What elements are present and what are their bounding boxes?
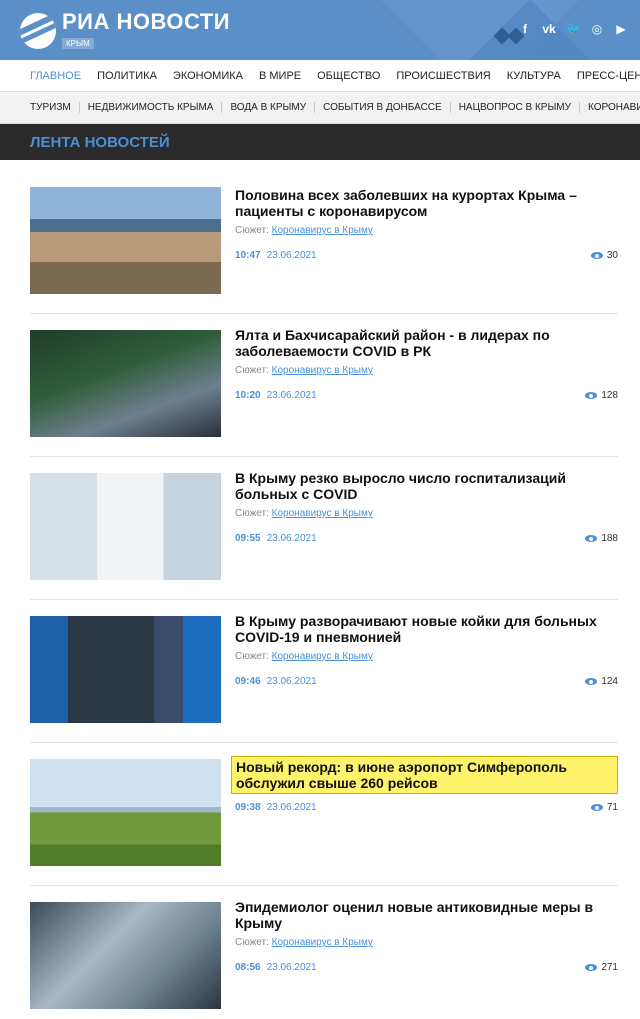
news-item: В Крыму резко выросло число госпитализац…	[30, 457, 618, 600]
eye-icon	[585, 535, 598, 542]
view-count: 124	[601, 676, 618, 687]
news-date: 23.06.2021	[266, 802, 317, 813]
news-thumbnail[interactable]	[30, 330, 221, 437]
youtube-icon[interactable]: ▶	[614, 22, 628, 36]
news-time: 08:56	[235, 962, 261, 973]
subnav-item[interactable]: КОРОНАВИРУС	[579, 102, 640, 113]
site-header: РИА НОВОСТИ КРЫМ f vk 🐦 ◎ ▶	[0, 0, 640, 60]
news-item: Ялта и Бахчисарайский район - в лидерах …	[30, 314, 618, 457]
story-label: Сюжет:	[235, 937, 269, 948]
vk-icon[interactable]: vk	[542, 22, 556, 36]
news-time: 09:38	[235, 802, 261, 813]
news-item: Новый рекорд: в июне аэропорт Симферопол…	[30, 743, 618, 886]
news-date: 23.06.2021	[266, 962, 317, 973]
brand-title: РИА НОВОСТИ	[62, 9, 231, 34]
news-meta: 09:38 23.06.2021 71	[235, 802, 618, 813]
view-count: 271	[601, 962, 618, 973]
eye-icon	[585, 392, 598, 399]
subnav-item[interactable]: СОБЫТИЯ В ДОНБАССЕ	[314, 102, 450, 113]
eye-icon	[590, 252, 603, 259]
story-label: Сюжет:	[235, 225, 269, 236]
news-date: 23.06.2021	[266, 676, 317, 687]
facebook-icon[interactable]: f	[518, 22, 532, 36]
view-count: 128	[601, 390, 618, 401]
news-meta: 08:56 23.06.2021 271	[235, 962, 618, 973]
news-title[interactable]: Новый рекорд: в июне аэропорт Симферопол…	[231, 756, 618, 794]
social-links: f vk 🐦 ◎ ▶	[518, 22, 628, 36]
nav-item[interactable]: ЭКОНОМИКА	[173, 70, 243, 82]
news-time: 10:20	[235, 390, 261, 401]
news-title[interactable]: В Крыму резко выросло число госпитализац…	[235, 470, 618, 502]
view-count: 188	[601, 533, 618, 544]
news-thumbnail[interactable]	[30, 902, 221, 1009]
sub-nav: ТУРИЗМ НЕДВИЖИМОСТЬ КРЫМА ВОДА В КРЫМУ СОБЫ…	[0, 92, 640, 124]
subnav-item[interactable]: НАЦВОПРОС В КРЫМУ	[449, 102, 579, 113]
eye-icon	[590, 804, 603, 811]
story-link[interactable]: Коронавирус в Крыму	[272, 937, 373, 948]
eye-icon	[585, 964, 598, 971]
news-title[interactable]: Половина всех заболевших на курортах Кры…	[235, 187, 618, 219]
main-nav: ГЛАВНОЕ ПОЛИТИКА ЭКОНОМИКА В МИРЕ ОБЩЕСТВО ПР…	[0, 60, 640, 92]
news-time: 10:47	[235, 250, 261, 261]
view-count: 30	[606, 250, 618, 261]
section-header: ЛЕНТА НОВОСТЕЙ	[0, 124, 640, 160]
story-link[interactable]: Коронавирус в Крыму	[272, 365, 373, 376]
globe-logo-icon	[20, 13, 56, 49]
subnav-item[interactable]: НЕДВИЖИМОСТЬ КРЫМА	[78, 102, 222, 113]
news-meta: 09:46 23.06.2021 124	[235, 676, 618, 687]
nav-item[interactable]: ПРОИСШЕСТВИЯ	[396, 70, 490, 82]
news-thumbnail[interactable]	[30, 759, 221, 866]
twitter-icon[interactable]: 🐦	[566, 22, 581, 36]
view-count: 71	[606, 802, 618, 813]
story-label: Сюжет:	[235, 365, 269, 376]
news-item: Эпидемиолог оценил новые антиковидные ме…	[30, 886, 618, 1019]
story-label: Сюжет:	[235, 508, 269, 519]
news-thumbnail[interactable]	[30, 616, 221, 723]
story-link[interactable]: Коронавирус в Крыму	[272, 225, 373, 236]
news-title[interactable]: Ялта и Бахчисарайский район - в лидерах …	[235, 327, 618, 359]
news-time: 09:46	[235, 676, 261, 687]
news-thumbnail[interactable]	[30, 473, 221, 580]
news-item: В Крыму разворачивают новые койки для бо…	[30, 600, 618, 743]
brand-subtitle: КРЫМ	[62, 38, 94, 49]
news-meta: 10:47 23.06.2021 30	[235, 250, 618, 261]
story-label: Сюжет:	[235, 651, 269, 662]
section-title: ЛЕНТА НОВОСТЕЙ	[30, 133, 170, 151]
news-date: 23.06.2021	[266, 390, 317, 401]
nav-item[interactable]: ГЛАВНОЕ	[30, 70, 81, 82]
nav-item[interactable]: ОБЩЕСТВО	[317, 70, 380, 82]
news-title[interactable]: В Крыму разворачивают новые койки для бо…	[235, 613, 618, 645]
news-item: Половина всех заболевших на курортах Кры…	[30, 160, 618, 314]
nav-item[interactable]: КУЛЬТУРА	[507, 70, 561, 82]
news-thumbnail[interactable]	[30, 187, 221, 294]
story-link[interactable]: Коронавирус в Крыму	[272, 651, 373, 662]
subnav-item[interactable]: ВОДА В КРЫМУ	[221, 102, 314, 113]
instagram-icon[interactable]: ◎	[590, 22, 604, 36]
subnav-item[interactable]: ТУРИЗМ	[30, 102, 79, 113]
eye-icon	[585, 678, 598, 685]
site-logo[interactable]: РИА НОВОСТИ КРЫМ	[20, 11, 230, 51]
news-title[interactable]: Эпидемиолог оценил новые антиковидные ме…	[235, 899, 618, 931]
story-link[interactable]: Коронавирус в Крыму	[272, 508, 373, 519]
nav-item[interactable]: ПРЕСС-ЦЕНТР	[577, 70, 640, 82]
news-time: 09:55	[235, 533, 261, 544]
news-feed: Половина всех заболевших на курортах Кры…	[0, 160, 640, 1019]
news-date: 23.06.2021	[266, 250, 317, 261]
news-meta: 10:20 23.06.2021 128	[235, 390, 618, 401]
nav-item[interactable]: В МИРЕ	[259, 70, 301, 82]
news-date: 23.06.2021	[266, 533, 317, 544]
nav-item[interactable]: ПОЛИТИКА	[97, 70, 157, 82]
news-meta: 09:55 23.06.2021 188	[235, 533, 618, 544]
